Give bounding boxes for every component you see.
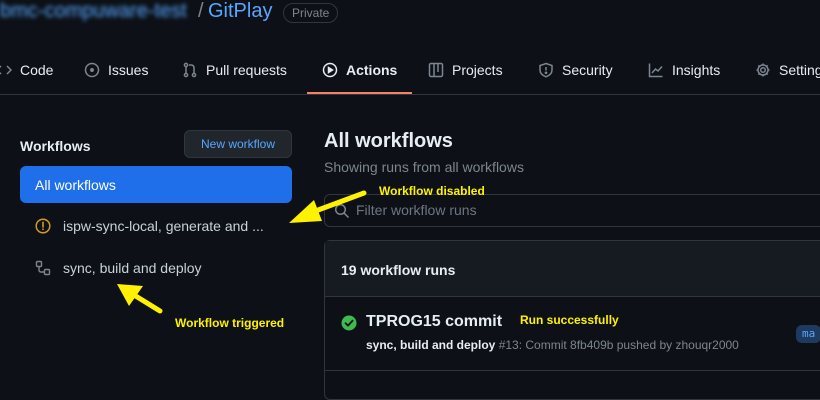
arrow-to-triggered-workflow (117, 284, 163, 314)
arrow-to-disabled-workflow (289, 190, 367, 223)
annotation-arrows (117, 190, 367, 314)
